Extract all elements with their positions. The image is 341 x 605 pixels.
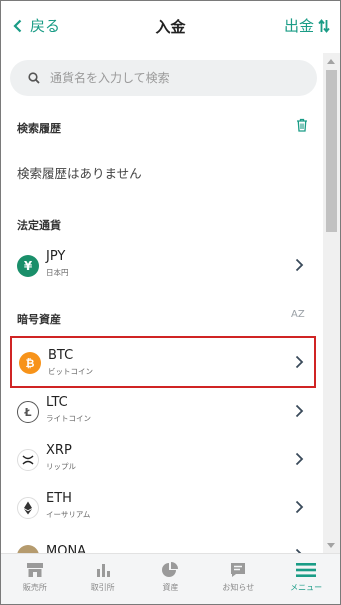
content-scroll-area[interactable]: 検索履歴 検索履歴はありません 法定通貨 ¥ JPY 日本円 暗号資産 AZ ₿…	[1, 53, 323, 553]
monacoin-icon	[17, 545, 39, 553]
chevron-right-icon	[295, 500, 304, 514]
search-input[interactable]	[50, 71, 290, 85]
currency-name: イーサリアム	[46, 510, 91, 519]
currency-symbol: MONA	[46, 544, 87, 553]
chevron-right-icon	[295, 452, 304, 466]
nav-label: メニュー	[290, 583, 323, 592]
chevron-right-icon	[295, 404, 304, 418]
currency-name: 日本円	[46, 268, 69, 277]
bottom-nav: 販売所 取引所 資産 お知らせ メニュー	[1, 553, 340, 604]
history-empty-text: 検索履歴はありません	[17, 166, 142, 181]
currency-symbol: LTC	[46, 395, 68, 410]
currency-row-jpy[interactable]: ¥ JPY 日本円	[1, 243, 323, 291]
search-bar[interactable]	[10, 60, 317, 96]
swap-vertical-icon	[318, 18, 330, 33]
withdraw-button[interactable]: 出金	[284, 15, 330, 36]
xrp-icon	[17, 449, 39, 471]
chevron-right-icon	[295, 355, 304, 369]
nav-item-store[interactable]: 販売所	[1, 554, 69, 604]
fiat-section-title: 法定通貨	[17, 219, 61, 232]
currency-row-mona[interactable]: MONA	[1, 533, 323, 553]
currency-symbol: XRP	[46, 443, 72, 458]
exchange-chart-icon	[96, 564, 110, 577]
trash-icon[interactable]	[296, 118, 308, 132]
withdraw-label: 出金	[283, 17, 314, 35]
litecoin-icon: Ł	[17, 401, 39, 423]
currency-name: ビットコイン	[48, 367, 93, 376]
nav-label: 販売所	[22, 583, 47, 592]
currency-name: ライトコイン	[46, 414, 91, 423]
nav-item-menu[interactable]: メニュー	[272, 554, 340, 604]
ethereum-icon	[17, 497, 39, 519]
currency-symbol: JPY	[46, 249, 66, 264]
nav-label: お知らせ	[222, 583, 255, 592]
nav-label: 資産	[162, 583, 179, 592]
currency-row-ltc[interactable]: Ł LTC ライトコイン	[1, 389, 323, 437]
nav-item-notices[interactable]: お知らせ	[204, 554, 272, 604]
chevron-right-icon	[295, 258, 304, 272]
currency-row-eth[interactable]: ETH イーサリアム	[1, 485, 323, 533]
currency-symbol: ETH	[46, 491, 72, 506]
currency-row-xrp[interactable]: XRP リップル	[1, 437, 323, 485]
nav-item-assets[interactable]: 資産	[137, 554, 205, 604]
pie-chart-icon	[162, 562, 179, 577]
currency-name: リップル	[46, 462, 76, 471]
currency-symbol: BTC	[48, 348, 74, 363]
app-frame: 戻る 入金 出金 検索履歴 検索履歴はありません 法定通貨	[0, 0, 341, 605]
bitcoin-icon: ₿	[19, 352, 41, 374]
scroll-up-arrow[interactable]	[327, 59, 335, 64]
message-icon	[231, 563, 246, 577]
sort-label: AZ	[291, 309, 305, 320]
scrollbar-thumb[interactable]	[326, 70, 337, 232]
scrollbar[interactable]	[323, 53, 340, 553]
header: 戻る 入金 出金	[1, 1, 340, 53]
store-icon	[26, 563, 43, 577]
history-section-title: 検索履歴	[17, 122, 61, 135]
currency-row-btc[interactable]: ₿ BTC ビットコイン	[10, 336, 316, 388]
sort-az-icon[interactable]: AZ	[291, 309, 305, 320]
nav-item-exchange[interactable]: 取引所	[69, 554, 137, 604]
search-icon	[28, 72, 40, 84]
menu-icon	[296, 563, 317, 577]
nav-label: 取引所	[90, 583, 115, 592]
crypto-section-title: 暗号資産	[17, 313, 61, 326]
scroll-down-arrow[interactable]	[327, 543, 335, 548]
yen-icon: ¥	[17, 255, 39, 277]
